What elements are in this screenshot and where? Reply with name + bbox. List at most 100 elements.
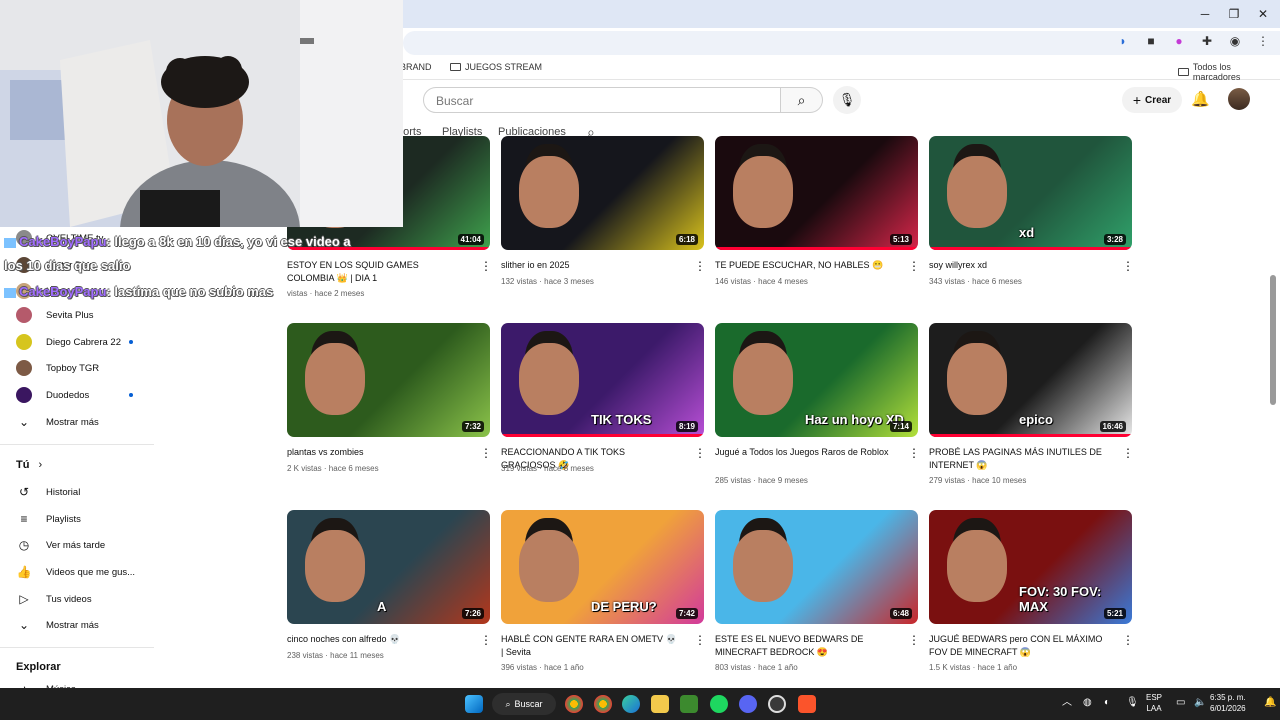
- network-icon[interactable]: ▭: [1176, 697, 1185, 708]
- tray-chevron-up-icon[interactable]: ︿: [1062, 697, 1072, 708]
- chat-text: los 10 dias que salio: [4, 258, 131, 273]
- page-scrollbar[interactable]: [1270, 275, 1276, 405]
- more-options-icon[interactable]: ⋮: [480, 259, 492, 273]
- video-title[interactable]: soy willyrex xd: [929, 259, 1107, 272]
- more-options-icon[interactable]: ⋮: [1122, 633, 1134, 647]
- video-thumbnail[interactable]: 6:18: [501, 136, 704, 250]
- video-thumbnail[interactable]: FOV: 30 FOV: MAX 5:21: [929, 510, 1132, 624]
- more-options-icon[interactable]: ⋮: [908, 259, 920, 273]
- video-thumbnail[interactable]: xd 3:28: [929, 136, 1132, 250]
- video-thumbnail[interactable]: 6:48: [715, 510, 918, 624]
- video-meta: 132 vistas · hace 3 meses: [501, 277, 594, 286]
- sidebar-item-playlists[interactable]: ≡ Playlists: [16, 509, 80, 529]
- chat-username: CakeBoyPapu: [19, 284, 107, 299]
- duration-badge: 41:04: [457, 234, 484, 245]
- restore-icon[interactable]: ❐: [1223, 4, 1245, 24]
- more-options-icon[interactable]: ⋮: [694, 446, 706, 460]
- clock[interactable]: 6:35 p. m. 6/01/2026: [1210, 692, 1246, 714]
- extension-icon-1[interactable]: ◗: [1116, 34, 1130, 48]
- notification-center-icon[interactable]: 🔔: [1264, 697, 1276, 708]
- file-explorer-icon[interactable]: [651, 695, 669, 713]
- video-thumbnail[interactable]: DE PERU? 7:42: [501, 510, 704, 624]
- more-options-icon[interactable]: ⋮: [694, 259, 706, 273]
- sidebar-item-watch-later[interactable]: ◷ Ver más tarde: [16, 535, 105, 555]
- chevron-down-icon: ⌄: [18, 618, 30, 632]
- taskbar-search[interactable]: ⌕ Buscar: [492, 693, 556, 715]
- video-title[interactable]: ESTOY EN LOS SQUID GAMES COLOMBIA 👑 | DI…: [287, 259, 465, 285]
- language-indicator[interactable]: ESP LAA: [1146, 692, 1162, 714]
- bookmark-brand[interactable]: BRAND: [400, 62, 432, 72]
- more-options-icon[interactable]: ⋮: [908, 446, 920, 460]
- puzzle-icon[interactable]: ✚: [1200, 34, 1214, 48]
- obs-icon[interactable]: [768, 695, 786, 713]
- video-title[interactable]: ESTE ES EL NUEVO BEDWARS DE MINECRAFT BE…: [715, 633, 893, 659]
- video-title[interactable]: cinco noches con alfredo 💀: [287, 633, 465, 646]
- bookmark-label: BRAND: [400, 62, 432, 72]
- create-button[interactable]: + Crear: [1122, 87, 1182, 113]
- more-options-icon[interactable]: ⋮: [1122, 259, 1134, 273]
- search-input[interactable]: Buscar: [423, 87, 781, 113]
- avatar[interactable]: [1228, 88, 1250, 110]
- thumbnail-caption: epico: [1019, 412, 1053, 427]
- video-thumbnail[interactable]: TIK TOKS 8:19: [501, 323, 704, 437]
- sidebar-item-history[interactable]: ↺ Historial: [16, 482, 80, 502]
- video-title[interactable]: plantas vs zombies: [287, 446, 465, 459]
- show-more-label: Mostrar más: [46, 416, 99, 428]
- sidebar-show-more[interactable]: ⌄ Mostrar más: [16, 615, 99, 635]
- tray-app-icon-2[interactable]: ◐: [1104, 697, 1110, 708]
- duration-badge: 6:48: [889, 608, 912, 619]
- bookmark-juegos-stream[interactable]: JUEGOS STREAM: [450, 62, 542, 72]
- video-meta: 343 vistas · hace 6 meses: [929, 277, 1022, 286]
- sidebar-subscription[interactable]: Duodedos: [16, 385, 89, 405]
- close-icon[interactable]: ✕: [1252, 4, 1274, 24]
- you-heading[interactable]: Tú ›: [16, 459, 42, 471]
- video-thumbnail[interactable]: 7:32: [287, 323, 490, 437]
- minimize-icon[interactable]: ─: [1194, 4, 1216, 24]
- video-title[interactable]: JUGUÉ BEDWARS pero CON EL MÁXIMO FOV DE …: [929, 633, 1107, 659]
- notifications-bell-icon[interactable]: 🔔: [1191, 90, 1210, 108]
- tray-app-icon[interactable]: ◍: [1083, 697, 1092, 708]
- voice-search-button[interactable]: 🎙: [833, 86, 861, 114]
- discord-icon[interactable]: [739, 695, 757, 713]
- video-title[interactable]: PROBÉ LAS PAGINAS MÁS INUTILES DE INTERN…: [929, 446, 1107, 472]
- video-thumbnail[interactable]: A 7:26: [287, 510, 490, 624]
- sidebar-subscription[interactable]: Sevita Plus: [16, 305, 94, 325]
- history-icon: ↺: [18, 485, 30, 499]
- edge-icon[interactable]: [622, 695, 640, 713]
- video-thumbnail[interactable]: 5:13: [715, 136, 918, 250]
- more-options-icon[interactable]: ⋮: [1122, 446, 1134, 460]
- duration-badge: 5:21: [1103, 608, 1126, 619]
- video-title[interactable]: TE PUEDE ESCUCHAR, NO HABLES 😬: [715, 259, 893, 272]
- search-button[interactable]: ⌕: [781, 87, 823, 113]
- sidebar-item-your-videos[interactable]: ▷ Tus videos: [16, 589, 91, 609]
- windows-start-icon[interactable]: [465, 695, 483, 713]
- minecraft-icon[interactable]: [680, 695, 698, 713]
- video-title[interactable]: Jugué a Todos los Juegos Raros de Roblox: [715, 446, 893, 459]
- sidebar-subscription[interactable]: Topboy TGR: [16, 358, 99, 378]
- sidebar-show-more[interactable]: ⌄ Mostrar más: [16, 412, 99, 432]
- video-meta: vistas · hace 2 meses: [287, 289, 365, 298]
- more-options-icon[interactable]: ⋮: [908, 633, 920, 647]
- sidebar-item-liked-videos[interactable]: 👍 Videos que me gus...: [16, 562, 136, 582]
- extension-icon-3[interactable]: ●: [1172, 34, 1186, 48]
- duration-badge: 7:26: [461, 608, 484, 619]
- chrome-profile-icon[interactable]: [594, 695, 612, 713]
- all-bookmarks[interactable]: Todos los marcadores: [1178, 62, 1280, 82]
- microphone-tray-icon[interactable]: 🎙: [1126, 697, 1139, 708]
- video-thumbnail[interactable]: Haz un hoyo XD 7:14: [715, 323, 918, 437]
- more-options-icon[interactable]: ⋮: [480, 446, 492, 460]
- chrome-icon[interactable]: [565, 695, 583, 713]
- sidebar-subscription[interactable]: Diego Cabrera 22: [16, 332, 121, 352]
- volume-icon[interactable]: 🔈: [1194, 697, 1206, 708]
- video-title[interactable]: HABLÉ CON GENTE RARA EN OMETV 💀 | Sevita: [501, 633, 679, 659]
- menu-dots-icon[interactable]: ⋮: [1256, 34, 1270, 48]
- brave-icon[interactable]: [798, 695, 816, 713]
- extension-icon-2[interactable]: ■: [1144, 34, 1158, 48]
- more-options-icon[interactable]: ⋮: [480, 633, 492, 647]
- more-options-icon[interactable]: ⋮: [694, 633, 706, 647]
- playlist-icon: ≡: [20, 512, 28, 526]
- video-title[interactable]: slither io en 2025: [501, 259, 679, 272]
- video-thumbnail[interactable]: epico 16:46: [929, 323, 1132, 437]
- profile-icon[interactable]: ◉: [1228, 34, 1242, 48]
- spotify-icon[interactable]: [710, 695, 728, 713]
